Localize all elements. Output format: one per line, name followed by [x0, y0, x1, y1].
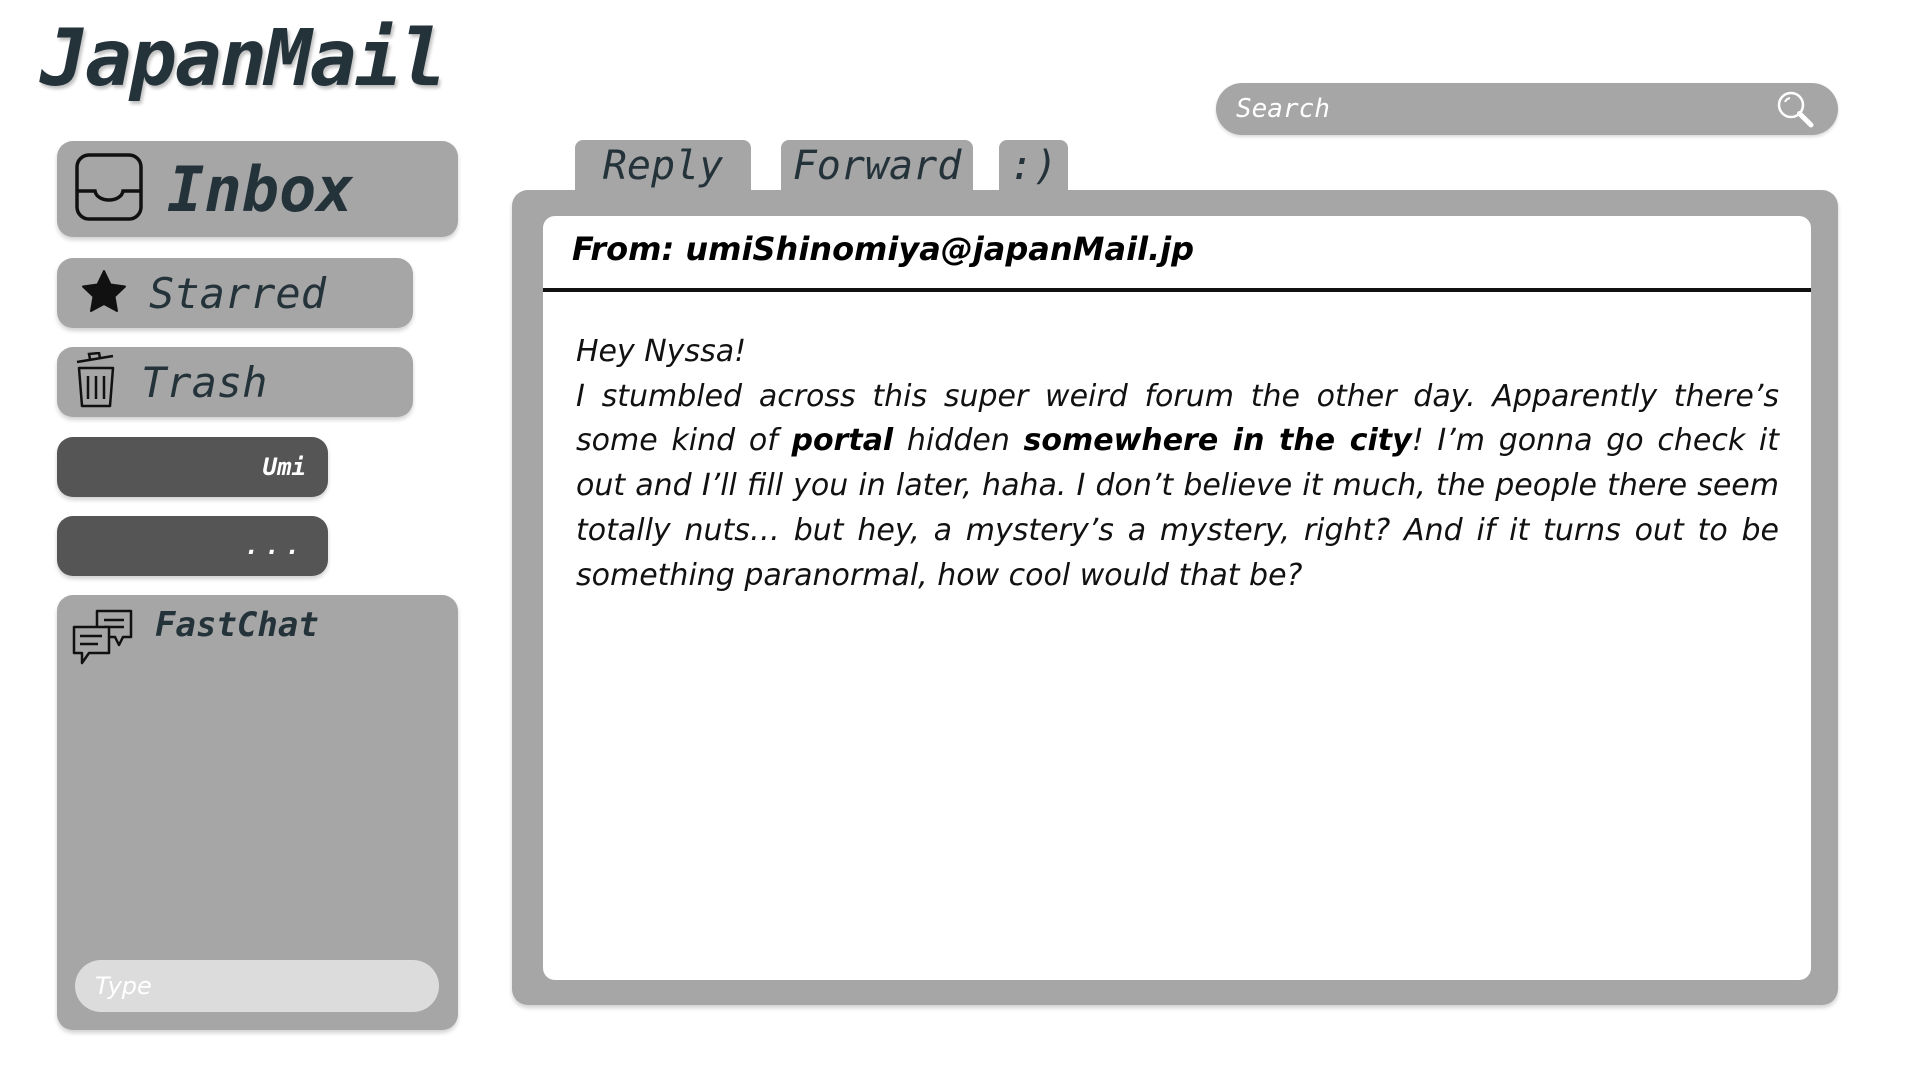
sidebar-item-label: Inbox — [167, 152, 354, 226]
mail-bold-text: portal — [791, 423, 894, 459]
chat-input[interactable] — [75, 960, 439, 1012]
tab-reply[interactable]: Reply — [575, 140, 751, 192]
mail-card: From: umiShinomiya@japanMail.jp Hey Nyss… — [543, 216, 1811, 980]
chat-bubbles-icon — [71, 607, 135, 673]
sidebar-item-label: Trash — [141, 357, 268, 407]
fastchat-panel: FastChat — [57, 595, 458, 1030]
mail-paragraph: I stumbled across this super weird forum… — [576, 375, 1779, 599]
mail-text: hidden — [893, 423, 1024, 459]
sidebar-item-starred[interactable]: Starred — [57, 258, 413, 328]
sidebar-item-label: Starred — [149, 268, 327, 318]
search-bar — [1216, 83, 1838, 135]
mail-greeting: Hey Nyssa! — [576, 334, 747, 369]
tab-smile[interactable]: :) — [999, 140, 1068, 192]
search-input[interactable] — [1216, 83, 1776, 135]
fastchat-title: FastChat — [155, 605, 319, 645]
sidebar-item-inbox[interactable]: Inbox — [57, 141, 458, 237]
app-logo: JapanMail — [40, 14, 447, 104]
tab-forward[interactable]: Forward — [781, 140, 973, 192]
search-icon[interactable] — [1776, 90, 1814, 132]
mail-sender: From: umiShinomiya@japanMail.jp — [543, 216, 1811, 292]
star-icon — [81, 269, 127, 317]
trash-icon — [73, 351, 119, 412]
mail-body: Hey Nyssa! I stumbled across this super … — [576, 330, 1779, 598]
contact-item[interactable]: ... — [57, 516, 328, 576]
mail-viewer: From: umiShinomiya@japanMail.jp Hey Nyss… — [512, 190, 1838, 1005]
contact-item[interactable]: Umi — [57, 437, 328, 497]
mail-bold-text: somewhere in the city — [1023, 423, 1412, 459]
inbox-icon — [73, 151, 145, 227]
sidebar-item-trash[interactable]: Trash — [57, 347, 413, 417]
